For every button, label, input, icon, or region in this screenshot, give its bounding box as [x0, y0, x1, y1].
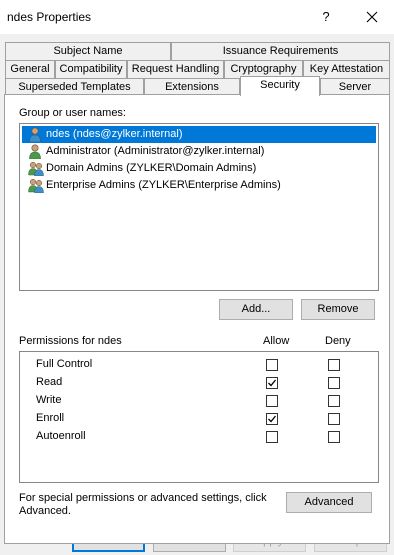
permission-row-read: Read — [20, 374, 378, 391]
permission-name: Full Control — [36, 358, 93, 370]
add-button[interactable]: Add... — [219, 299, 293, 320]
principal-label: ndes (ndes@zylker.internal) — [46, 128, 183, 140]
principal-label: Administrator (Administrator@zylker.inte… — [46, 145, 265, 157]
dialog-client-area: Subject Name Issuance Requirements Gener… — [0, 34, 394, 555]
tab-compatibility[interactable]: Compatibility — [55, 60, 127, 78]
tab-request-handling[interactable]: Request Handling — [127, 60, 224, 78]
window-title: ndes Properties — [7, 10, 92, 24]
checkmark-icon — [268, 415, 277, 423]
principal-label: Enterprise Admins (ZYLKER\Enterprise Adm… — [46, 179, 281, 191]
permission-name: Write — [36, 394, 62, 406]
deny-header: Deny — [325, 335, 351, 347]
permission-row-full-control: Full Control — [20, 356, 378, 373]
deny-checkbox-full-control[interactable] — [328, 359, 340, 371]
permission-name: Autoenroll — [36, 430, 86, 442]
permission-name: Read — [36, 376, 63, 388]
list-item[interactable]: ndes (ndes@zylker.internal) — [22, 126, 376, 143]
permission-row-write: Write — [20, 392, 378, 409]
allow-checkbox-write[interactable] — [266, 395, 278, 407]
allow-checkbox-enroll[interactable] — [266, 413, 278, 425]
tab-subject-name[interactable]: Subject Name — [5, 42, 171, 60]
permission-name: Enroll — [36, 412, 65, 424]
advanced-hint-text: For special permissions or advanced sett… — [19, 492, 267, 517]
tab-issuance-requirements[interactable]: Issuance Requirements — [171, 42, 390, 60]
title-bar: ndes Properties ? — [0, 0, 394, 34]
security-panel: Group or user names: ndes (ndes@zylker.i… — [4, 94, 390, 544]
allow-checkbox-read[interactable] — [266, 377, 278, 389]
close-icon[interactable] — [360, 6, 384, 28]
permission-row-enroll: Enroll — [20, 410, 378, 427]
user-icon — [28, 144, 44, 160]
allow-header: Allow — [263, 335, 290, 347]
allow-checkbox-full-control[interactable] — [266, 359, 278, 371]
principal-list[interactable]: ndes (ndes@zylker.internal) Administrato… — [19, 123, 379, 291]
deny-checkbox-autoenroll[interactable] — [328, 431, 340, 443]
list-item[interactable]: Enterprise Admins (ZYLKER\Enterprise Adm… — [22, 177, 376, 194]
deny-checkbox-write[interactable] — [328, 395, 340, 407]
permissions-label: Permissions for ndes — [19, 335, 122, 347]
tab-security[interactable]: Security — [240, 76, 320, 96]
advanced-button[interactable]: Advanced — [286, 492, 372, 513]
deny-checkbox-enroll[interactable] — [328, 413, 340, 425]
user-icon — [28, 127, 44, 143]
deny-checkbox-read[interactable] — [328, 377, 340, 389]
group-icon — [28, 161, 44, 177]
tab-general[interactable]: General — [5, 60, 55, 78]
group-icon — [28, 178, 44, 194]
remove-button[interactable]: Remove — [301, 299, 375, 320]
list-item[interactable]: Domain Admins (ZYLKER\Domain Admins) — [22, 160, 376, 177]
allow-checkbox-autoenroll[interactable] — [266, 431, 278, 443]
permission-row-autoenroll: Autoenroll — [20, 428, 378, 445]
permissions-list: Full Control Read Write Enroll Autoenrol… — [19, 351, 379, 483]
principal-label: Domain Admins (ZYLKER\Domain Admins) — [46, 162, 257, 174]
help-icon[interactable]: ? — [316, 6, 336, 28]
group-label: Group or user names: — [19, 107, 126, 119]
list-item[interactable]: Administrator (Administrator@zylker.inte… — [22, 143, 376, 160]
checkmark-icon — [268, 379, 277, 387]
